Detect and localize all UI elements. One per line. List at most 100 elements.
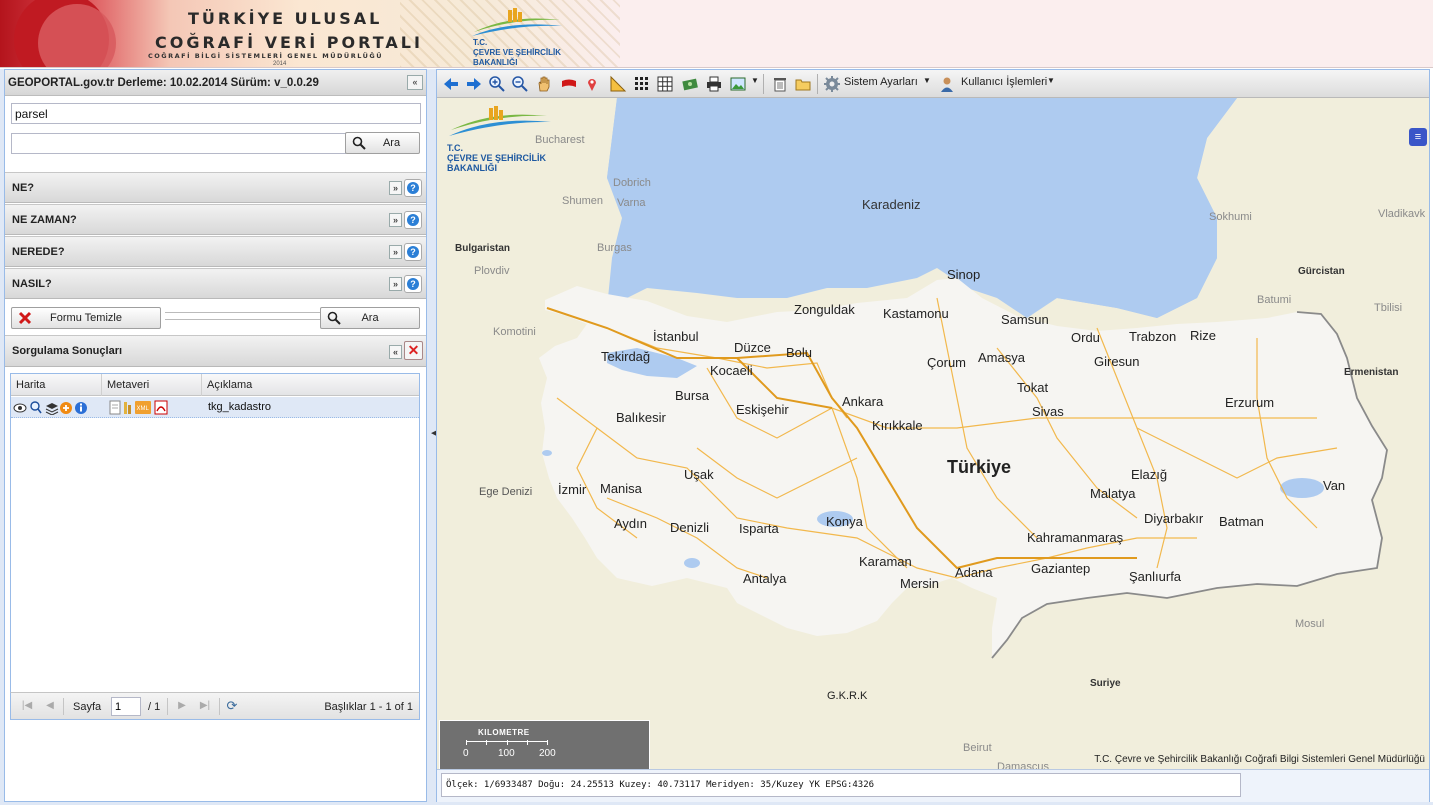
country-label-georgia: Gürcistan — [1298, 266, 1345, 277]
help-button[interactable]: ? — [404, 275, 422, 293]
flag-icon[interactable] — [560, 75, 578, 93]
place-label: Dobrich — [613, 177, 651, 189]
print-icon[interactable] — [705, 75, 723, 93]
city-label: Amasya — [978, 350, 1025, 365]
help-button[interactable]: ? — [404, 179, 422, 197]
prev-page-icon[interactable]: ◀ — [44, 700, 56, 712]
system-settings-menu[interactable]: Sistem Ayarları — [844, 76, 918, 88]
clear-form-button[interactable]: Formu Temizle — [11, 307, 161, 329]
marker-icon[interactable] — [583, 75, 601, 93]
help-button[interactable]: ? — [404, 243, 422, 261]
forward-arrow-icon[interactable] — [465, 75, 483, 93]
red-x-icon — [18, 311, 32, 325]
scale-tick — [527, 740, 528, 745]
banner-year: 2014 — [273, 61, 287, 67]
section-ne[interactable]: NE? » ? — [5, 172, 426, 203]
city-label: Batman — [1219, 514, 1264, 529]
progress-bar — [165, 312, 325, 320]
pager-separator — [219, 698, 220, 715]
city-label: Bursa — [675, 388, 709, 403]
money-icon[interactable] — [681, 75, 699, 93]
pager-separator — [167, 698, 168, 715]
search-button[interactable]: Ara — [345, 132, 420, 154]
banner-title-line2: COĞRAFİ VERİ PORTALI — [155, 33, 423, 52]
search-input[interactable] — [11, 103, 421, 124]
help-icon: ? — [407, 182, 419, 194]
column-metaveri[interactable]: Metaveri — [102, 374, 202, 396]
map-attribution: T.C. Çevre ve Şehircilik Bakanlığı Coğra… — [1094, 754, 1425, 765]
layers-icon — [45, 403, 59, 416]
place-label: Batumi — [1257, 294, 1292, 306]
column-aciklama[interactable]: Açıklama — [202, 374, 419, 396]
back-arrow-icon[interactable] — [442, 75, 460, 93]
pager-summary: Başlıklar 1 - 1 of 1 — [324, 701, 413, 713]
table-row[interactable]: XML tkg_kadastro — [11, 397, 419, 418]
expand-icon[interactable]: » — [389, 277, 402, 291]
search-input-secondary[interactable] — [11, 133, 346, 154]
city-label: Samsun — [1001, 312, 1049, 327]
collapse-up-icon[interactable]: « — [389, 345, 402, 359]
city-label: Manisa — [600, 481, 642, 496]
city-label: Balıkesir — [616, 410, 666, 425]
grid-large-icon[interactable] — [656, 75, 674, 93]
eye-icon — [13, 403, 27, 413]
user-operations-dropdown-icon[interactable]: ▼ — [1047, 76, 1055, 85]
refresh-icon[interactable]: ⟳ — [226, 699, 238, 712]
map-canvas[interactable]: T.C. ÇEVRE VE ŞEHİRCİLİK BAKANLIĞI ≡ Kar… — [437, 98, 1429, 769]
city-label: Zonguldak — [794, 302, 855, 317]
help-button[interactable]: ? — [404, 211, 422, 229]
next-page-icon[interactable]: ▶ — [176, 700, 188, 712]
city-label: Eskişehir — [736, 402, 789, 417]
system-settings-dropdown-icon[interactable]: ▼ — [923, 76, 931, 85]
toolbar-separator — [763, 74, 764, 94]
section-nasil[interactable]: NASIL? » ? — [5, 268, 426, 299]
section-ne-zaman[interactable]: NE ZAMAN? » ? — [5, 204, 426, 235]
user-icon — [941, 77, 953, 92]
image-export-icon[interactable] — [729, 75, 747, 93]
user-operations-menu[interactable]: Kullanıcı İşlemleri — [961, 76, 1047, 88]
image-export-dropdown-icon[interactable]: ▼ — [751, 76, 759, 85]
page-input[interactable] — [111, 697, 141, 716]
info-icon — [75, 402, 87, 414]
country-label-armenia: Ermenistan — [1344, 367, 1399, 378]
city-label: Denizli — [670, 520, 710, 535]
search-button-2[interactable]: Ara — [320, 307, 420, 329]
header-banner: TÜRKİYE ULUSAL COĞRAFİ VERİ PORTALI COĞR… — [0, 0, 1433, 68]
trash-icon[interactable] — [771, 75, 789, 93]
column-harita[interactable]: Harita — [11, 374, 102, 396]
first-page-icon[interactable]: |◀ — [21, 700, 33, 712]
layer-switcher-icon[interactable]: ≡ — [1409, 128, 1427, 146]
place-label: Damascus — [997, 761, 1049, 769]
magnifier-icon — [327, 311, 341, 325]
expand-icon[interactable]: » — [389, 213, 402, 227]
ministry-logo-line3: BAKANLIĞI — [473, 58, 518, 67]
banner-title-line1: TÜRKİYE ULUSAL — [188, 9, 383, 28]
folder-icon[interactable] — [794, 75, 812, 93]
zoom-in-icon[interactable] — [488, 75, 506, 93]
scale-label: 200 — [539, 748, 556, 759]
collapse-left-button[interactable]: « — [407, 75, 423, 90]
place-label: Beirut — [963, 742, 992, 754]
city-label: Sivas — [1032, 404, 1064, 419]
expand-icon[interactable]: » — [389, 181, 402, 195]
city-label: Sinop — [947, 267, 981, 282]
last-page-icon[interactable]: ▶| — [199, 700, 211, 712]
measure-icon[interactable] — [609, 75, 627, 93]
pan-hand-icon[interactable] — [535, 75, 553, 93]
city-label: Erzurum — [1225, 395, 1275, 410]
place-label: Shumen — [562, 195, 603, 207]
zoom-out-icon[interactable] — [511, 75, 529, 93]
city-label: Adana — [955, 565, 993, 580]
grid-small-icon[interactable] — [633, 75, 651, 93]
expand-icon[interactable]: » — [389, 245, 402, 259]
close-results-button[interactable]: ✕ — [404, 341, 423, 360]
country-label: Türkiye — [947, 457, 1012, 477]
grid-header: Harita Metaveri Açıklama — [11, 374, 419, 396]
city-label: Tokat — [1017, 380, 1049, 395]
section-nerede[interactable]: NEREDE? » ? — [5, 236, 426, 267]
city-label: Mersin — [900, 576, 940, 591]
watermark-line2: ÇEVRE VE ŞEHİRCİLİK — [447, 153, 547, 163]
xml-icon: XML — [135, 401, 151, 414]
results-title: Sorgulama Sonuçları — [12, 345, 123, 357]
city-label: Malatya — [1090, 486, 1136, 501]
